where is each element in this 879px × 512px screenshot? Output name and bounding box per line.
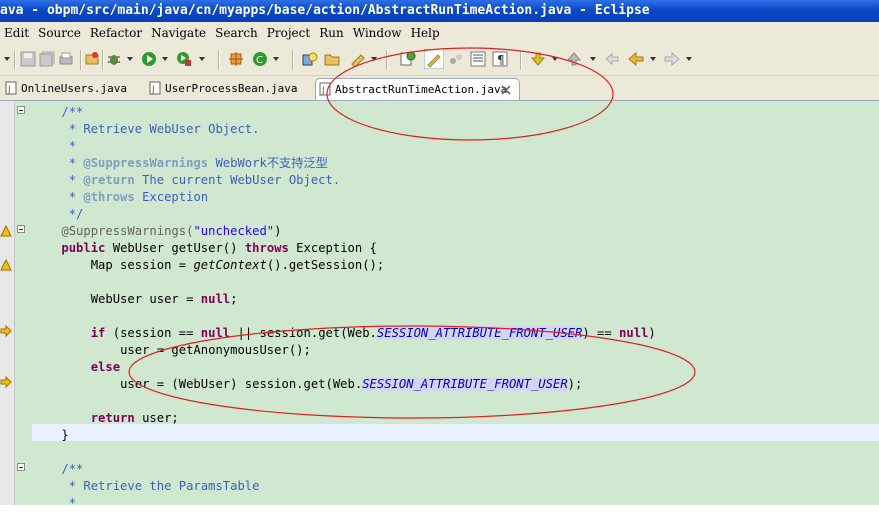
debug-icon[interactable]	[106, 51, 122, 67]
svg-text:C: C	[256, 55, 263, 66]
open-type-icon[interactable]: C	[252, 51, 268, 67]
prev-annotation-dropdown-arrow-icon[interactable]	[590, 57, 596, 61]
tab-label: OnlineUsers.java	[21, 82, 127, 95]
code-line: */	[61, 207, 84, 221]
code-line: * @SuppressWarnings WebWork不支持泛型	[61, 156, 328, 170]
editor-tab-bar: J OnlineUsers.java J UserProcessBean.java …	[0, 76, 879, 101]
code-line: }	[61, 428, 69, 442]
open-perspective-dropdown-arrow-icon[interactable]	[371, 57, 377, 61]
back-icon[interactable]	[628, 51, 644, 67]
code-line: * Retrieve WebUser Object.	[61, 122, 260, 136]
editor-gutter	[0, 101, 15, 505]
toolbar-separator	[218, 50, 219, 70]
fold-toggle-icon[interactable]	[17, 225, 25, 233]
svg-text:¶: ¶	[497, 53, 505, 67]
save-all-icon[interactable]	[39, 51, 55, 67]
run-dropdown-arrow-icon[interactable]	[162, 57, 168, 61]
tab-label: AbstractRunTimeAction.java	[335, 83, 508, 96]
show-source-icon[interactable]	[448, 51, 464, 67]
block-selection-icon[interactable]	[470, 51, 486, 67]
run-icon[interactable]	[141, 51, 157, 67]
svg-text:J: J	[321, 86, 325, 96]
menu-navigate[interactable]: Navigate	[147, 22, 210, 44]
occurrence-arrow-icon	[0, 376, 12, 388]
svg-text:J: J	[151, 85, 155, 95]
code-line: public WebUser getUser() throws Exceptio…	[61, 241, 377, 255]
main-toolbar: C ¶	[0, 44, 879, 76]
code-line: @SuppressWarnings("unchecked")	[61, 224, 282, 238]
search-icon[interactable]	[302, 51, 318, 67]
menu-window[interactable]: Window	[349, 22, 406, 44]
menu-source[interactable]: Source	[34, 22, 85, 44]
toolbar-separator	[102, 50, 103, 70]
java-file-icon: J	[319, 82, 331, 96]
fold-toggle-icon[interactable]	[17, 106, 25, 114]
code-line: * Retrieve the ParamsTable	[61, 479, 260, 493]
open-perspective-icon[interactable]	[350, 51, 366, 67]
window-title-bar: ava - obpm/src/main/java/cn/myapps/base/…	[0, 0, 879, 22]
toolbar-separator	[386, 50, 387, 70]
external-tools-icon[interactable]	[176, 51, 192, 67]
next-annotation-icon[interactable]	[530, 51, 546, 67]
occurrence-arrow-icon	[0, 325, 12, 337]
java-file-icon: J	[5, 81, 17, 95]
code-line: user = (WebUser) session.get(Web.SESSION…	[120, 377, 583, 391]
menu-refactor[interactable]: Refactor	[86, 22, 146, 44]
new-java-project-icon[interactable]	[84, 51, 100, 67]
fold-toggle-icon[interactable]	[17, 463, 25, 471]
menu-edit[interactable]: Edit	[0, 22, 33, 44]
code-line: * @return The current WebUser Object.	[61, 173, 341, 187]
tab-onlineusers[interactable]: J OnlineUsers.java	[2, 78, 142, 100]
new-class-icon[interactable]	[228, 51, 244, 67]
back-dropdown-arrow-icon[interactable]	[650, 57, 656, 61]
toolbar-separator	[80, 50, 81, 70]
show-whitespace-icon[interactable]: ¶	[492, 51, 508, 67]
code-editor[interactable]: /** * Retrieve WebUser Object. * * @Supp…	[0, 101, 879, 510]
menu-run[interactable]: Run	[315, 22, 348, 44]
toolbar-separator	[14, 50, 15, 70]
forward-dropdown-arrow-icon[interactable]	[686, 57, 692, 61]
code-line: *	[61, 139, 77, 153]
toolbar-separator	[520, 50, 521, 70]
external-tools-dropdown-arrow-icon[interactable]	[199, 57, 205, 61]
tab-userprocessbean[interactable]: J UserProcessBean.java	[146, 78, 314, 100]
tab-abstractruntimeaction[interactable]: J AbstractRunTimeAction.java	[315, 78, 520, 100]
next-annotation-dropdown-arrow-icon[interactable]	[552, 57, 558, 61]
open-type-dropdown-arrow-icon[interactable]	[273, 57, 279, 61]
debug-dropdown-arrow-icon[interactable]	[127, 57, 133, 61]
toggle-mark-occurrences-icon[interactable]	[400, 51, 416, 67]
print-icon[interactable]	[58, 51, 74, 67]
code-line: if (session == null || session.get(Web.S…	[90, 326, 656, 340]
menu-help[interactable]: Help	[407, 22, 444, 44]
last-edit-location-icon[interactable]	[604, 51, 620, 67]
java-file-icon: J	[149, 81, 161, 95]
code-line: user = getAnonymousUser();	[120, 343, 311, 357]
save-icon[interactable]	[20, 51, 36, 67]
code-line: /**	[61, 105, 84, 119]
toolbar-dropdown-arrow-icon[interactable]	[4, 57, 10, 61]
tab-label: UserProcessBean.java	[165, 82, 298, 95]
code-line: else	[90, 360, 121, 374]
code-line: WebUser user = null;	[90, 292, 238, 306]
menu-search[interactable]: Search	[211, 22, 262, 44]
menu-project[interactable]: Project	[263, 22, 314, 44]
code-line: /**	[61, 462, 84, 476]
menu-bar: Edit Source Refactor Navigate Search Project R…	[0, 22, 879, 44]
window-title: ava - obpm/src/main/java/cn/myapps/base/…	[0, 3, 650, 18]
open-task-icon[interactable]	[324, 51, 340, 67]
toggle-highlight-icon[interactable]	[424, 49, 444, 69]
code-line: Map session = getContext().getSession();	[90, 258, 385, 272]
code-line: *	[61, 496, 77, 510]
toolbar-separator	[292, 50, 293, 70]
code-line: return user;	[90, 411, 179, 425]
forward-icon[interactable]	[664, 51, 680, 67]
close-icon[interactable]	[501, 85, 511, 95]
warning-marker-icon[interactable]	[0, 225, 12, 237]
prev-annotation-icon[interactable]	[566, 51, 582, 67]
svg-text:J: J	[7, 85, 11, 95]
warning-marker-icon[interactable]	[0, 259, 12, 271]
code-line: * @throws Exception	[61, 190, 209, 204]
